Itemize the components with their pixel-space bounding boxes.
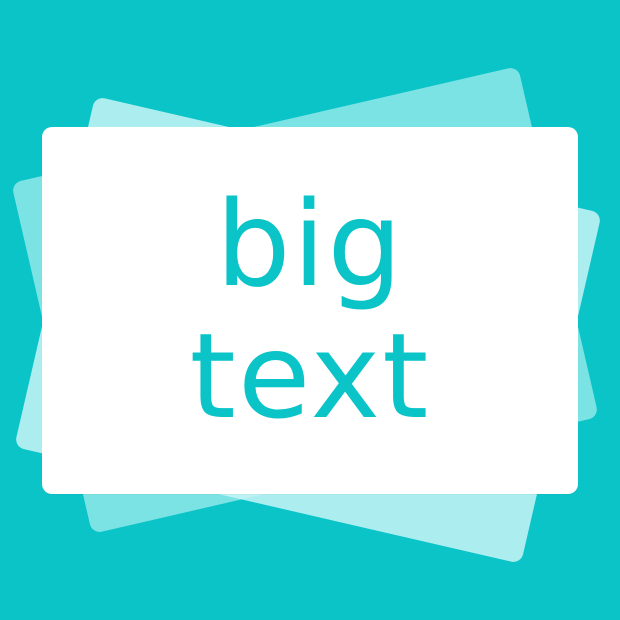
front-card: big text [42, 127, 578, 494]
text-word: text [189, 306, 431, 445]
big-text-label: big text [42, 127, 578, 494]
app-icon: big text [0, 0, 620, 620]
big-word: big [215, 174, 405, 313]
